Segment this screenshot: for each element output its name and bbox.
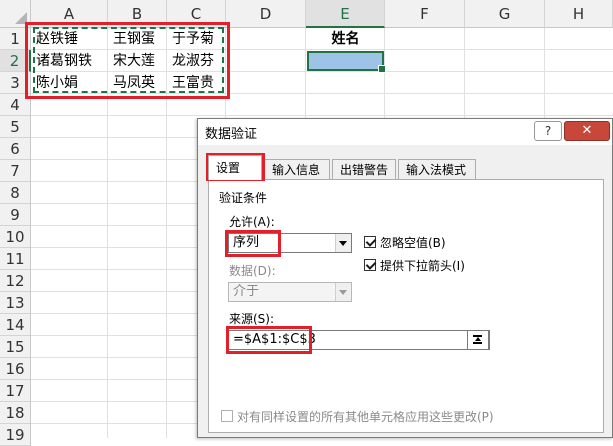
row-header-8[interactable]: 8: [0, 182, 31, 204]
close-button[interactable]: ✕: [564, 121, 610, 141]
row-header-12[interactable]: 12: [0, 270, 31, 292]
row-header-7[interactable]: 7: [0, 160, 31, 182]
col-header-g[interactable]: G: [465, 0, 545, 28]
tab-ime-mode[interactable]: 输入法模式: [398, 159, 476, 179]
dropdown-arrow-checkbox[interactable]: [364, 259, 376, 271]
col-header-e[interactable]: E: [306, 0, 385, 28]
data-select: 介于: [228, 282, 352, 302]
row-header-14[interactable]: 14: [0, 314, 31, 336]
row-header-18[interactable]: 18: [0, 402, 31, 424]
source-label: 来源(S):: [229, 312, 275, 326]
ignore-blank-checkbox[interactable]: [364, 236, 376, 248]
chevron-down-icon: [335, 283, 351, 301]
cell-e2-selected[interactable]: [307, 51, 386, 73]
apply-all-label[interactable]: 对有同样设置的所有其他单元格应用这些更改(P): [237, 408, 494, 425]
row-header-9[interactable]: 9: [0, 204, 31, 226]
range-highlight-box: [25, 22, 230, 99]
collapse-dialog-icon[interactable]: [467, 330, 489, 350]
col-header-h[interactable]: H: [545, 0, 613, 28]
cell-e1[interactable]: 姓名: [306, 28, 385, 50]
dialog-titlebar[interactable]: 数据验证 ? ✕: [198, 119, 612, 145]
help-button[interactable]: ?: [534, 121, 562, 141]
section-heading: 验证条件: [219, 191, 268, 205]
tab-settings[interactable]: 设置: [208, 155, 262, 180]
allow-highlight-box: [225, 230, 281, 257]
row-header-15[interactable]: 15: [0, 336, 31, 358]
row-header-19[interactable]: 19: [0, 424, 31, 446]
row-header-5[interactable]: 5: [0, 116, 31, 138]
gridline: [31, 115, 613, 116]
source-highlight-box: [226, 326, 312, 354]
fill-handle[interactable]: [378, 65, 386, 73]
col-header-d[interactable]: D: [226, 0, 306, 28]
row-header-17[interactable]: 17: [0, 380, 31, 402]
allow-label: 允许(A):: [229, 215, 275, 229]
col-header-f[interactable]: F: [385, 0, 465, 28]
chevron-down-icon[interactable]: [335, 234, 351, 252]
data-label: 数据(D):: [229, 264, 276, 278]
ignore-blank-label[interactable]: 忽略空值(B): [380, 234, 446, 251]
row-header-13[interactable]: 13: [0, 292, 31, 314]
row-header-6[interactable]: 6: [0, 138, 31, 160]
row-header-10[interactable]: 10: [0, 226, 31, 248]
tab-error-alert[interactable]: 出错警告: [332, 159, 396, 179]
row-header-16[interactable]: 16: [0, 358, 31, 380]
tab-input-message[interactable]: 输入信息: [264, 159, 330, 179]
data-value: 介于: [233, 284, 260, 299]
dialog-title: 数据验证: [205, 127, 258, 142]
row-header-11[interactable]: 11: [0, 248, 31, 270]
apply-all-checkbox[interactable]: [221, 410, 233, 422]
dropdown-arrow-label[interactable]: 提供下拉箭头(I): [380, 257, 465, 274]
